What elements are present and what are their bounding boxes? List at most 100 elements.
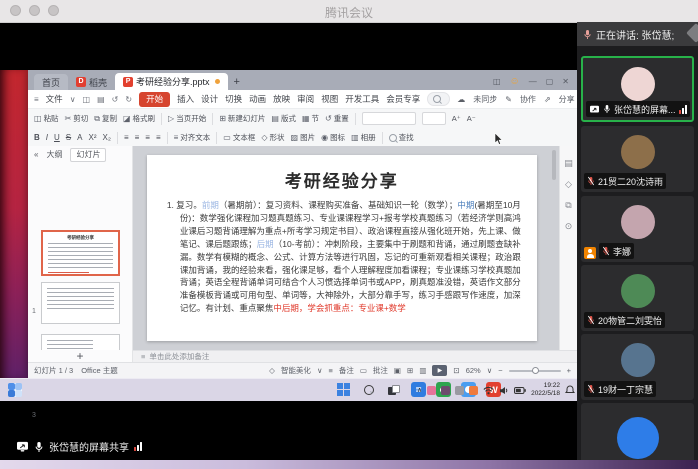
minimize-button[interactable]: — (529, 77, 537, 86)
tab-docer[interactable]: D 稻壳 (68, 74, 115, 90)
shapes-button[interactable]: ◇形状 (261, 132, 284, 143)
menu-animation[interactable]: 动画 (249, 93, 266, 105)
cut-button[interactable]: ✂剪切 (65, 113, 89, 124)
find-button[interactable]: 查找 (389, 132, 414, 143)
align-center-button[interactable]: ≡ (135, 133, 140, 142)
participant-tile-ding[interactable]: 19财一丁宗慧 (581, 334, 694, 400)
notification-bell-icon[interactable] (565, 385, 575, 395)
redo-icon[interactable]: ↻ (125, 95, 132, 104)
taskbar-clock[interactable]: 19:22 2022/5/18 (531, 382, 560, 398)
fit-slide-icon[interactable]: ⊡ (453, 366, 459, 375)
canvas-scrollbar[interactable] (552, 150, 556, 344)
subscript-button[interactable]: X₂ (102, 133, 110, 142)
collaborate-button[interactable]: 协作 (520, 94, 536, 105)
help-pane-icon[interactable]: ⊙ (565, 221, 573, 232)
menu-view[interactable]: 视图 (321, 93, 338, 105)
underline-button[interactable]: U (54, 133, 60, 142)
text-box-button[interactable]: ▭文本框 (223, 132, 255, 143)
strikethrough-button[interactable]: S (66, 133, 71, 142)
font-increase-button[interactable]: A⁺ (452, 114, 461, 123)
current-slide[interactable]: 考研经验分享 1. 复习。前期（暑期前）：复习资料、课程购买准备、基础知识一轮（… (147, 155, 537, 341)
tab-document[interactable]: P 考研经验分享.pptx (115, 73, 228, 90)
format-pane-icon[interactable]: ▤ (564, 158, 573, 169)
menu-slideshow[interactable]: 放映 (273, 93, 290, 105)
copy-button[interactable]: ⧉复制 (94, 113, 117, 124)
slide-thumbnail-2[interactable] (41, 282, 120, 324)
widgets-button[interactable] (8, 383, 22, 397)
album-button[interactable]: ▥相册 (351, 132, 376, 143)
participant-tile-zhang[interactable]: 张岱慧的屏幕... (581, 56, 694, 122)
participant-tile-partial[interactable] (581, 403, 694, 460)
bold-button[interactable]: B (34, 133, 40, 142)
font-decrease-button[interactable]: A⁻ (467, 114, 476, 123)
menu-member[interactable]: 会员专享 (386, 93, 420, 105)
smart-beautify-button[interactable]: 智能美化 (281, 365, 311, 376)
superscript-button[interactable]: X² (88, 133, 96, 142)
start-button[interactable] (336, 382, 351, 397)
sync-status[interactable]: 未同步 (473, 94, 497, 105)
beautify-pane-icon[interactable]: ◇ (565, 179, 572, 190)
print-icon[interactable]: ▤ (97, 95, 105, 104)
icon-library-button[interactable]: ◉图标 (321, 132, 345, 143)
tray-expand-icon[interactable]: ∧ (417, 386, 422, 394)
paste-button[interactable]: ◫粘贴 (34, 113, 59, 124)
tab-home[interactable]: 首页 (34, 74, 68, 90)
close-button[interactable]: ✕ (562, 77, 569, 86)
menu-review[interactable]: 审阅 (297, 93, 314, 105)
undo-icon[interactable]: ↺ (112, 95, 119, 104)
share-button[interactable]: 分享 (559, 94, 575, 105)
add-slide-button[interactable]: + (28, 350, 132, 362)
skin-smiley-icon[interactable]: ☺ (510, 76, 520, 87)
wifi-icon[interactable] (483, 386, 494, 395)
participant-tile-liu[interactable]: 20物管二刘雯怡 (581, 265, 694, 331)
menu-start[interactable]: 开始 (139, 92, 170, 107)
view-reading-icon[interactable]: ▥ (419, 366, 426, 375)
reset-button[interactable]: ↺重置 (325, 113, 349, 124)
save-icon[interactable]: ◫ (83, 95, 91, 104)
zoom-slider-knob[interactable] (532, 367, 539, 374)
zoom-out-button[interactable]: − (498, 366, 502, 375)
slideshow-play-button[interactable]: ▶ (432, 365, 447, 376)
tab-outline[interactable]: 大纲 (46, 149, 62, 160)
view-sorter-icon[interactable]: ⊞ (407, 366, 413, 375)
settings-tray-icon[interactable] (455, 386, 464, 395)
picture-button[interactable]: ▨图片 (291, 132, 316, 143)
task-view-button[interactable] (386, 382, 401, 397)
scrollbar-thumb[interactable] (552, 150, 556, 180)
taskbar-search-button[interactable] (361, 382, 376, 397)
zoom-dropdown-icon[interactable]: ∨ (487, 366, 493, 375)
font-size-select[interactable] (422, 112, 446, 125)
command-search-box[interactable] (427, 92, 450, 106)
format-painter-button[interactable]: ◪格式刷 (123, 113, 155, 124)
new-slide-button[interactable]: ⊞新建幻灯片 (219, 113, 265, 124)
view-normal-icon[interactable]: ▣ (394, 366, 401, 375)
qq-tray-icon[interactable] (427, 386, 436, 395)
justify-button[interactable]: ≡ (156, 133, 161, 142)
section-button[interactable]: ▦节 (302, 113, 319, 124)
menu-insert[interactable]: 插入 (177, 93, 194, 105)
volume-icon[interactable] (499, 386, 509, 395)
menu-transition[interactable]: 切换 (225, 93, 242, 105)
theme-name[interactable]: Office 主题 (81, 365, 118, 376)
align-right-button[interactable]: ≡ (145, 133, 150, 142)
meeting-tray-icon[interactable] (469, 386, 478, 395)
slide-thumbnail-1[interactable]: 考研经验分享 (41, 230, 120, 276)
comments-toggle-button[interactable]: 批注 (373, 365, 388, 376)
notes-toggle-button[interactable]: 备注 (339, 365, 354, 376)
layout-button[interactable]: ▤版式 (271, 113, 296, 124)
align-left-button[interactable]: ≡ (124, 133, 129, 142)
new-tab-button[interactable]: + (234, 74, 240, 90)
font-family-select[interactable] (362, 112, 416, 125)
participant-tile-lina[interactable]: 李娜 (581, 196, 694, 262)
play-from-current-button[interactable]: ▷当页开始 (168, 113, 206, 124)
zoom-in-button[interactable]: + (567, 366, 571, 375)
beautify-dropdown-icon[interactable]: ∨ (317, 366, 323, 375)
font-color-button[interactable]: A (77, 133, 82, 142)
tab-slides[interactable]: 幻灯片 (70, 148, 106, 162)
collapse-panel-icon[interactable]: « (34, 150, 38, 159)
maximize-button[interactable]: ▢ (546, 77, 554, 86)
battery-icon[interactable] (514, 387, 526, 394)
italic-button[interactable]: I (46, 133, 48, 142)
zoom-level[interactable]: 62% (466, 366, 481, 375)
split-screen-icon[interactable]: ◫ (493, 77, 501, 86)
